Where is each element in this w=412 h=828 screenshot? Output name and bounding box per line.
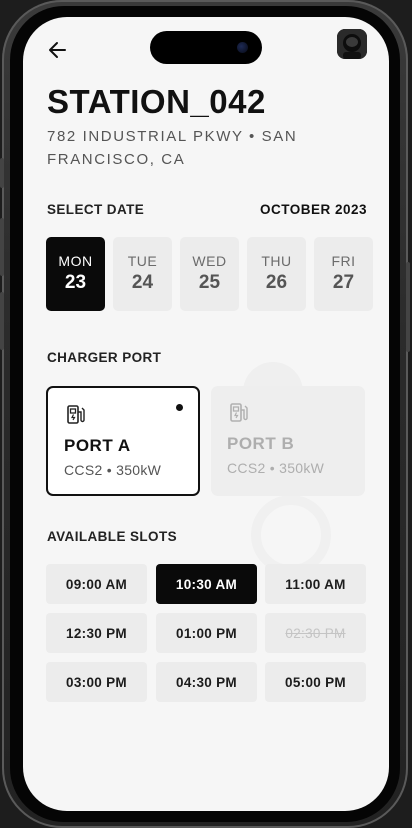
- day-number: 23: [64, 272, 87, 293]
- date-fri-27[interactable]: FRI 27: [314, 237, 373, 311]
- day-of-week: TUE: [127, 253, 158, 269]
- port-spec: CCS2 • 350kW: [64, 462, 162, 478]
- available-slots-label: AVAILABLE SLOTS: [47, 529, 177, 544]
- port-name: PORT A: [64, 436, 131, 455]
- date-mon-23[interactable]: MON 23: [46, 237, 105, 311]
- day-number: 27: [332, 272, 355, 293]
- mute-switch: [0, 158, 4, 188]
- select-date-label: SELECT DATE: [47, 202, 145, 217]
- dynamic-island: [150, 31, 262, 64]
- date-wed-25[interactable]: WED 25: [180, 237, 239, 311]
- date-picker: MON 23 TUE 24 WED 25 THU 26 FRI 27: [46, 237, 376, 312]
- power-button: [406, 262, 410, 352]
- time-slot[interactable]: 01:00 PM: [156, 613, 257, 653]
- time-slot-unavailable: 02:30 PM: [265, 613, 366, 653]
- month-label: OCTOBER 2023: [259, 202, 367, 217]
- day-number: 25: [198, 272, 221, 293]
- day-of-week: WED: [192, 253, 227, 269]
- time-slot[interactable]: 03:00 PM: [46, 662, 147, 702]
- date-thu-26[interactable]: THU 26: [247, 237, 306, 311]
- day-of-week: FRI: [331, 253, 356, 269]
- front-camera: [237, 42, 248, 53]
- charger-port-label: CHARGER PORT: [47, 350, 162, 365]
- port-b-card[interactable]: PORT B CCS2 • 350kW: [211, 386, 365, 496]
- time-slot[interactable]: 11:00 AM: [265, 564, 366, 604]
- port-spec: CCS2 • 350kW: [227, 460, 325, 476]
- selected-indicator: [176, 404, 183, 411]
- date-tue-24[interactable]: TUE 24: [113, 237, 172, 311]
- ev-charger-icon: [230, 403, 248, 422]
- port-a-card[interactable]: PORT A CCS2 • 350kW: [46, 386, 200, 496]
- user-avatar[interactable]: [337, 29, 367, 59]
- day-number: 26: [265, 272, 288, 293]
- port-name: PORT B: [227, 434, 295, 453]
- time-slot-selected[interactable]: 10:30 AM: [156, 564, 257, 604]
- ev-charger-icon: [67, 405, 85, 424]
- time-slot[interactable]: 09:00 AM: [46, 564, 147, 604]
- arrow-left-icon: [49, 42, 66, 58]
- station-title: STATION_042: [47, 83, 266, 120]
- back-button[interactable]: [45, 37, 71, 63]
- volume-down-button: [0, 292, 4, 350]
- time-slot[interactable]: 04:30 PM: [156, 662, 257, 702]
- station-address: 782 INDUSTRIAL PKWY • SAN FRANCISCO, CA: [47, 128, 298, 168]
- time-slot[interactable]: 05:00 PM: [265, 662, 366, 702]
- avatar-image: [337, 29, 367, 59]
- app-screen: STATION_042 782 INDUSTRIAL PKWY • SAN FR…: [23, 17, 389, 811]
- volume-up-button: [0, 218, 4, 276]
- day-number: 24: [131, 272, 154, 293]
- background-decoration: [251, 495, 331, 575]
- day-of-week: MON: [58, 253, 93, 269]
- day-of-week: THU: [261, 253, 292, 269]
- time-slot[interactable]: 12:30 PM: [46, 613, 147, 653]
